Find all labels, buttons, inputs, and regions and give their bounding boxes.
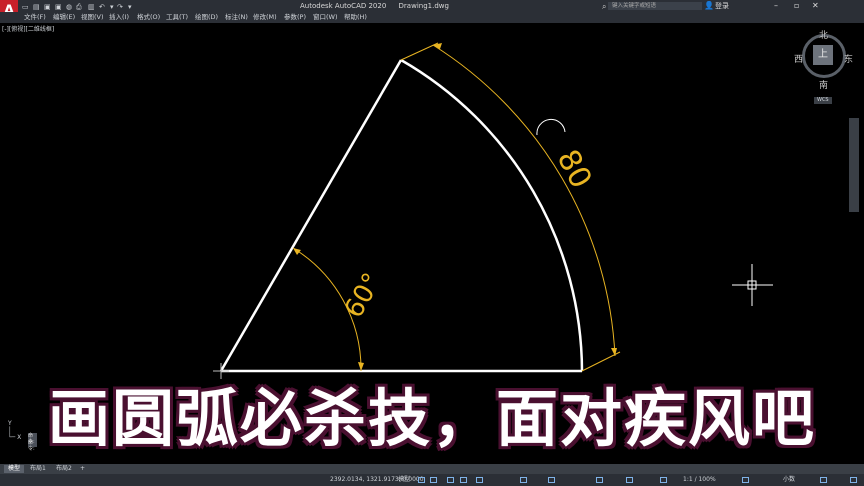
sector-side-line[interactable] bbox=[219, 59, 403, 372]
tab-model[interactable]: 模型 bbox=[4, 465, 25, 473]
extension-line-top bbox=[400, 42, 439, 61]
snap-icon[interactable] bbox=[430, 477, 437, 483]
sector-arc[interactable] bbox=[400, 58, 584, 372]
compass-north[interactable]: 北 bbox=[819, 28, 828, 41]
annotation-visibility-icon[interactable] bbox=[660, 477, 667, 483]
compass-south[interactable]: 南 bbox=[819, 78, 828, 91]
workspace-gear-icon[interactable] bbox=[742, 477, 749, 483]
ortho-icon[interactable] bbox=[447, 477, 454, 483]
arc-length-dimension-arc[interactable] bbox=[432, 44, 616, 357]
compass-west[interactable]: 西 bbox=[794, 52, 803, 65]
layout-tabs: 模型 布局1 布局2 + bbox=[0, 464, 864, 474]
isolate-objects-icon[interactable] bbox=[820, 477, 827, 483]
video-caption: 画圆弧必杀技，面对疾风吧 bbox=[47, 382, 816, 455]
tab-layout1[interactable]: 布局1 bbox=[26, 465, 50, 473]
object-snap-icon[interactable] bbox=[520, 477, 527, 483]
navigation-bar[interactable] bbox=[849, 118, 859, 212]
tab-layout2[interactable]: 布局2 bbox=[52, 465, 76, 473]
units-display[interactable]: 小数 bbox=[783, 474, 795, 486]
isodraft-icon[interactable] bbox=[476, 477, 483, 483]
compass-east[interactable]: 东 bbox=[844, 52, 853, 65]
viewcube-top-face[interactable]: 上 bbox=[813, 45, 833, 65]
extension-line-bottom bbox=[581, 351, 621, 372]
viewcube[interactable]: 上 北 南 东 西 bbox=[794, 28, 854, 91]
object-tracking-icon[interactable] bbox=[548, 477, 555, 483]
status-bar: 2392.0134, 1321.9173, 0.0000 模型 1:1 / 10… bbox=[0, 474, 864, 486]
arc-length-text[interactable]: 80 bbox=[550, 144, 599, 194]
grid-icon[interactable] bbox=[418, 477, 425, 483]
polar-icon[interactable] bbox=[460, 477, 467, 483]
vertex-marker bbox=[213, 363, 229, 379]
model-space-button[interactable]: 模型 bbox=[398, 474, 410, 486]
angle-arrow-end bbox=[358, 362, 364, 371]
customization-menu-icon[interactable] bbox=[850, 477, 857, 483]
selection-cycling-icon[interactable] bbox=[626, 477, 633, 483]
lineweight-icon[interactable] bbox=[596, 477, 603, 483]
crosshair-cursor bbox=[732, 264, 773, 306]
angle-arrow-start bbox=[293, 248, 301, 255]
arc-length-symbol bbox=[536, 118, 566, 136]
angle-dimension-text[interactable]: 60° bbox=[339, 268, 388, 323]
annotation-scale[interactable]: 1:1 / 100% bbox=[683, 474, 716, 486]
tab-add[interactable]: + bbox=[76, 465, 89, 473]
wcs-menu[interactable]: WCS bbox=[814, 97, 832, 104]
